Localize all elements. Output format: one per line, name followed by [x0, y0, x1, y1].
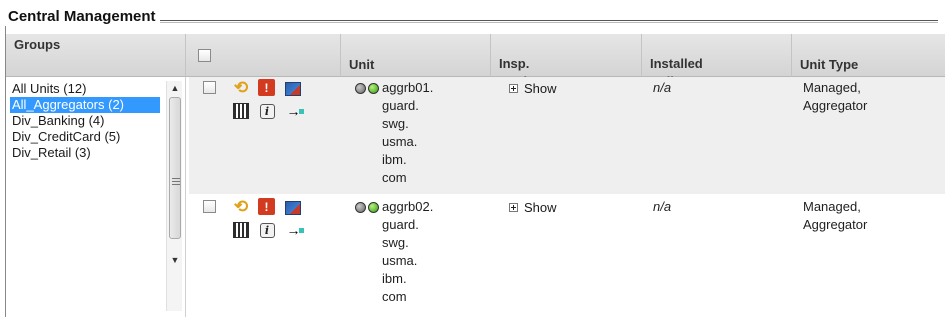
header-installed-policy[interactable]: Installed Policy: [642, 34, 792, 89]
group-item-all-aggregators[interactable]: All_Aggregators (2): [10, 97, 160, 113]
table-row: ⟲ ! i → aggrb01. guard. swg. usma. ibm. …: [189, 77, 945, 194]
header-unit-type-label: Unit Type: [800, 57, 859, 72]
scroll-down-arrow-icon[interactable]: ▼: [167, 253, 183, 267]
unit-status: [355, 202, 379, 213]
installed-policy-value: n/a: [653, 80, 672, 95]
unit-name[interactable]: aggrb02. guard. swg. usma. ibm. com: [382, 198, 492, 306]
row-select-checkbox[interactable]: [203, 81, 216, 94]
stop-icon[interactable]: !: [258, 198, 275, 215]
group-item-div-creditcard[interactable]: Div_CreditCard (5): [10, 129, 165, 145]
group-item-div-banking[interactable]: Div_Banking (4): [10, 113, 165, 129]
green-status-icon: [368, 202, 379, 213]
insp-engines-expander[interactable]: Show: [509, 81, 557, 96]
unit-name[interactable]: aggrb01. guard. swg. usma. ibm. com: [382, 79, 492, 187]
grey-status-icon: [355, 83, 366, 94]
panel-title-text: Central Management: [8, 7, 156, 25]
groups-panel: All Units (12) All_Aggregators (2) Div_B…: [6, 77, 186, 317]
scrollbar-grip-icon: [172, 178, 180, 185]
groups-scrollbar[interactable]: ▲ ▼: [166, 81, 182, 311]
show-link[interactable]: Show: [524, 81, 557, 96]
monitor-icon[interactable]: [284, 199, 302, 217]
unit-status: [355, 83, 379, 94]
insp-engines-expander[interactable]: Show: [509, 200, 557, 215]
arrow-connect-icon[interactable]: →: [284, 221, 306, 239]
scrollbar-thumb[interactable]: [169, 97, 181, 239]
group-item-all-units[interactable]: All Units (12): [10, 81, 165, 97]
header-unit-type[interactable]: Unit Type: [792, 34, 945, 77]
group-item-div-retail[interactable]: Div_Retail (3): [10, 145, 165, 161]
scroll-up-arrow-icon[interactable]: ▲: [167, 81, 183, 95]
title-rule: [159, 19, 938, 23]
unit-type-value: Managed, Aggregator: [803, 80, 868, 113]
table-row: ⟲ ! i → aggrb02. guard. swg. usma. ibm. …: [189, 194, 945, 317]
expand-plus-icon[interactable]: [509, 203, 518, 212]
refresh-cycle-icon[interactable]: ⟲: [232, 197, 250, 216]
header-unit-label: Unit: [349, 57, 375, 72]
row-select-checkbox[interactable]: [203, 200, 216, 213]
expand-plus-icon[interactable]: [509, 84, 518, 93]
stop-icon[interactable]: !: [258, 79, 275, 96]
header-groups-label: Groups: [14, 37, 61, 52]
panel-icon[interactable]: [232, 102, 250, 120]
info-icon[interactable]: i: [258, 102, 276, 120]
arrow-connect-icon[interactable]: →: [284, 102, 306, 120]
installed-policy-value: n/a: [653, 199, 672, 214]
header-groups: Groups: [6, 34, 186, 77]
header-select-all: [186, 34, 341, 77]
monitor-icon[interactable]: [284, 80, 302, 98]
groups-listbox[interactable]: All Units (12) All_Aggregators (2) Div_B…: [10, 81, 165, 161]
unit-type-value: Managed, Aggregator: [803, 199, 868, 232]
panel-title: Central Management: [8, 6, 938, 26]
green-status-icon: [368, 83, 379, 94]
show-link[interactable]: Show: [524, 200, 557, 215]
units-table: Groups Unit Insp. Engines Installed Poli…: [6, 34, 945, 317]
grey-status-icon: [355, 202, 366, 213]
header-insp-engines[interactable]: Insp. Engines: [491, 34, 642, 89]
select-all-checkbox[interactable]: [198, 48, 211, 62]
header-unit[interactable]: Unit: [341, 34, 491, 77]
info-icon[interactable]: i: [258, 221, 276, 239]
refresh-cycle-icon[interactable]: ⟲: [232, 78, 250, 97]
panel-icon[interactable]: [232, 221, 250, 239]
